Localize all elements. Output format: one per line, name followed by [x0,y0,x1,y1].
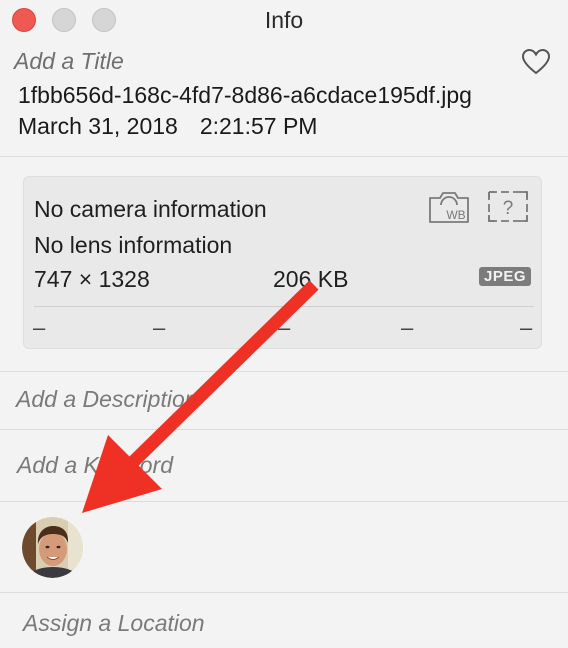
exif-value: – [153,315,166,340]
lens-info: No lens information [34,232,233,258]
exif-value: – [278,315,291,340]
file-size: 206 KB [273,266,349,292]
divider [0,371,568,372]
keyword-field[interactable]: Add a Keyword [17,452,173,479]
camera-info: No camera information [34,196,267,222]
camera-wb-icon: WB [429,192,469,223]
question-box-icon: ? [488,191,528,222]
image-dimensions: 747 × 1328 [34,266,150,292]
capture-date: March 31, 2018 [18,113,178,139]
capture-time: 2:21:57 PM [199,113,318,139]
title-field[interactable]: Add a Title [14,48,124,75]
camera-info-panel: No camera information No lens informatio… [23,176,542,349]
divider [0,429,568,430]
date-time: March 31, 2018 2:21:57 PM [18,113,317,140]
divider [0,592,568,593]
heart-icon[interactable] [521,48,551,76]
exif-value: – [401,315,414,340]
unknown-label: ? [503,198,514,219]
title-bar: Info [0,0,568,42]
face-avatar[interactable] [22,517,83,578]
divider [0,156,568,157]
format-badge: JPEG [479,267,532,286]
divider [0,501,568,502]
exif-value: – [33,315,46,340]
file-name: 1fbb656d-168c-4fd7-8d86-a6cdace195df.jpg [18,82,472,108]
description-field[interactable]: Add a Description [16,386,198,413]
location-field[interactable]: Assign a Location [23,610,205,637]
exif-value: – [520,315,533,340]
wb-label: WB [446,208,465,222]
info-window: Info Add a Title 1fbb656d-168c-4fd7-8d86… [0,0,568,648]
window-title: Info [264,7,304,33]
panel-divider [34,306,534,307]
